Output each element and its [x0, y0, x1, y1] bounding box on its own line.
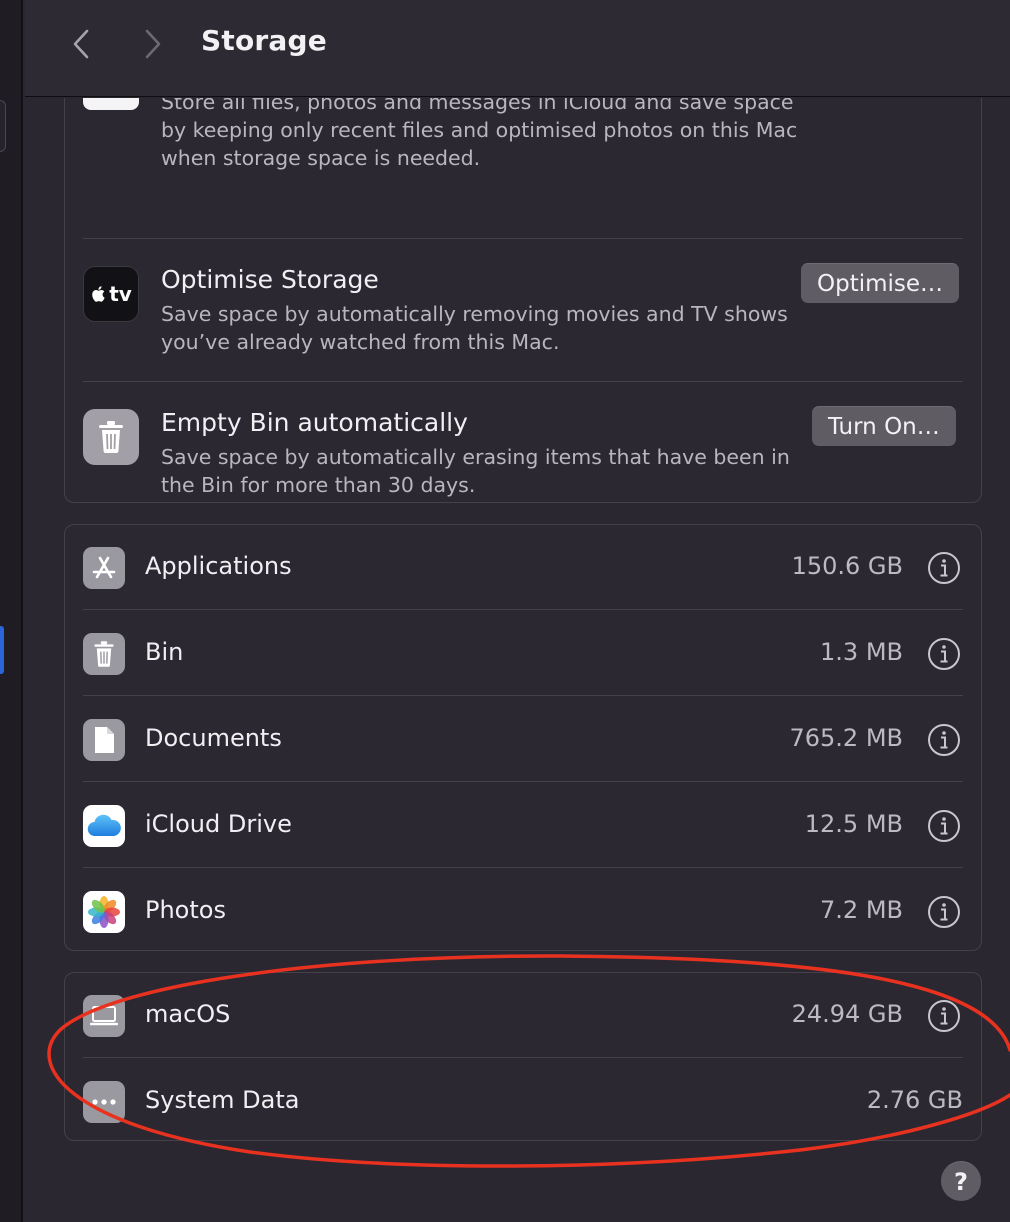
recommendations-panel: Store all files, photos and messages in … [64, 98, 982, 503]
document-icon [83, 719, 125, 761]
recommendation-description: Store all files, photos and messages in … [161, 98, 798, 170]
recommendation-description: Save space by automatically removing mov… [161, 302, 788, 354]
divider [83, 609, 963, 610]
category-label: Documents [145, 724, 282, 752]
list-item-documents[interactable]: Documents 765.2 MB [83, 697, 963, 783]
list-item-photos[interactable]: Photos 7.2 MB [83, 869, 963, 955]
back-button[interactable] [61, 24, 101, 64]
category-label: Photos [145, 896, 226, 924]
category-label: System Data [145, 1086, 300, 1114]
info-icon[interactable] [927, 723, 961, 757]
sidebar-selection-indicator [0, 626, 4, 674]
recommendation-empty-bin: Empty Bin automatically Save space by au… [83, 382, 963, 502]
category-size: 12.5 MB [804, 810, 903, 838]
app-store-glyph [92, 556, 116, 579]
bin-icon [83, 633, 125, 675]
recommendation-store-in-icloud: Store all files, photos and messages in … [83, 98, 963, 218]
chevron-left-icon [73, 29, 89, 59]
storage-content: Store all files, photos and messages in … [25, 98, 1010, 1222]
photos-flower-icon [88, 896, 120, 928]
page-title: Storage [201, 24, 327, 57]
list-item-system-data[interactable]: System Data 2.76 GB [83, 1059, 963, 1145]
sidebar [0, 0, 23, 1222]
recommendation-description: Save space by automatically erasing item… [161, 445, 790, 497]
info-icon[interactable] [927, 999, 961, 1033]
divider [83, 781, 963, 782]
info-icon[interactable] [927, 551, 961, 585]
divider [83, 695, 963, 696]
info-icon[interactable] [927, 637, 961, 671]
document-glyph [95, 727, 114, 753]
toolbar: Storage [25, 0, 1010, 97]
trash-icon [94, 641, 114, 667]
app-store-icon [83, 547, 125, 589]
category-label: Bin [145, 638, 184, 666]
category-size: 24.94 GB [791, 1000, 903, 1028]
info-icon[interactable] [927, 809, 961, 843]
apple-tv-icon: tv [83, 266, 139, 322]
list-item-bin[interactable]: Bin 1.3 MB [83, 611, 963, 697]
category-size: 2.76 GB [866, 1086, 963, 1114]
info-icon[interactable] [927, 895, 961, 929]
chevron-right-icon [145, 29, 161, 59]
photos-icon [83, 891, 125, 933]
bin-icon [83, 409, 139, 465]
system-storage-list: macOS 24.94 GB System Data 2.76 GB [64, 972, 982, 1141]
help-button[interactable]: ? [941, 1161, 981, 1201]
category-label: iCloud Drive [145, 810, 292, 838]
apple-logo-icon [92, 286, 105, 302]
turn-on-button[interactable]: Turn On… [812, 406, 956, 446]
category-size: 765.2 MB [789, 724, 903, 752]
laptop-glyph [90, 1006, 118, 1026]
recommendation-optimise-storage: tv Optimise Storage Save space by automa… [83, 239, 963, 381]
ellipsis-icon [92, 1099, 116, 1105]
forward-button[interactable] [133, 24, 173, 64]
macos-icon [83, 995, 125, 1037]
recommendation-title: Optimise Storage [161, 265, 379, 294]
category-label: Applications [145, 552, 292, 580]
list-item-macos[interactable]: macOS 24.94 GB [83, 973, 963, 1059]
divider [83, 867, 963, 868]
list-item-applications[interactable]: Applications 150.6 GB [83, 525, 963, 611]
category-label: macOS [145, 1000, 231, 1028]
category-size: 7.2 MB [820, 896, 903, 924]
recommendation-title: Empty Bin automatically [161, 408, 468, 437]
storage-categories-list: Applications 150.6 GB Bin 1.3 MB Documen… [64, 524, 982, 951]
category-size: 1.3 MB [820, 638, 903, 666]
more-icon [83, 1081, 125, 1123]
apple-tv-icon-label: tv [109, 282, 132, 306]
category-size: 150.6 GB [791, 552, 903, 580]
optimise-button[interactable]: Optimise… [801, 263, 960, 303]
list-item-icloud-drive[interactable]: iCloud Drive 12.5 MB [83, 783, 963, 869]
divider [83, 1057, 963, 1058]
sidebar-search-field-edge[interactable] [0, 100, 6, 152]
trash-icon [99, 421, 123, 453]
icloud-drive-icon [83, 805, 125, 847]
cloud-icon [87, 814, 121, 837]
icloud-icon [83, 98, 139, 110]
